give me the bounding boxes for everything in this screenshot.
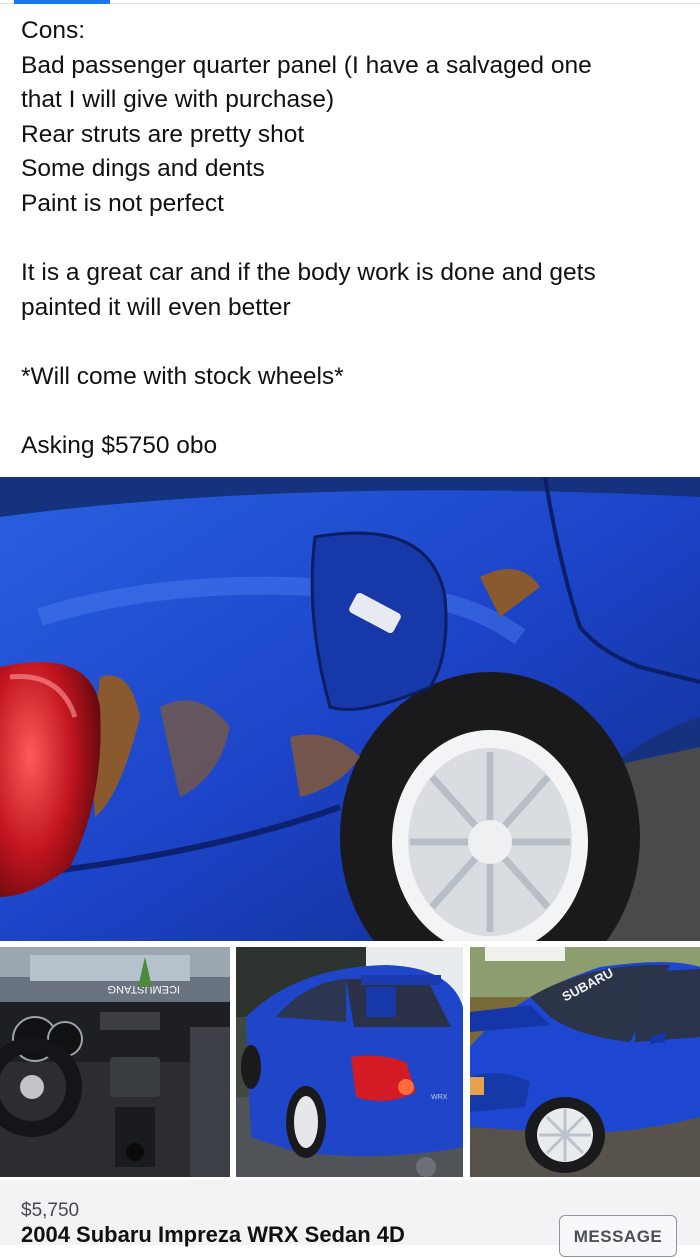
post-line: Rear struts are pretty shot <box>21 120 305 148</box>
post-line: *Will come with stock wheels* <box>21 362 344 390</box>
post-line: that I will give with purchase) <box>21 86 335 114</box>
marketplace-listing-bar[interactable]: $5,750 2004 Subaru Impreza WRX Sedan 4D … <box>0 1180 700 1257</box>
thumbnail-front-view[interactable]: SUBARU <box>470 947 700 1177</box>
wrx-badge-text: WRX <box>431 1094 448 1101</box>
message-button[interactable]: MESSAGE <box>559 1215 677 1257</box>
post-line: Cons: <box>21 17 86 44</box>
thumbnail-interior[interactable]: ICEMUSTANG <box>0 947 230 1177</box>
post-line: painted it will even better <box>21 293 291 321</box>
listing-title[interactable]: 2004 Subaru Impreza WRX Sedan 4D <box>21 1222 405 1248</box>
post-line: Bad passenger quarter panel (I have a sa… <box>21 51 592 79</box>
active-tab-indicator <box>14 0 110 4</box>
post-description: Cons: Bad passenger quarter panel (I hav… <box>21 14 681 464</box>
thumbnail-rear-view[interactable]: WRX <box>236 947 463 1177</box>
main-photo-quarter-panel[interactable] <box>0 477 700 941</box>
post-line: Paint is not perfect <box>21 189 224 217</box>
listing-price: $5,750 <box>21 1200 80 1221</box>
post-line: Some dings and dents <box>21 155 265 183</box>
post-line: It is a great car and if the body work i… <box>21 259 596 287</box>
post-line: Asking $5750 obo <box>21 432 218 460</box>
